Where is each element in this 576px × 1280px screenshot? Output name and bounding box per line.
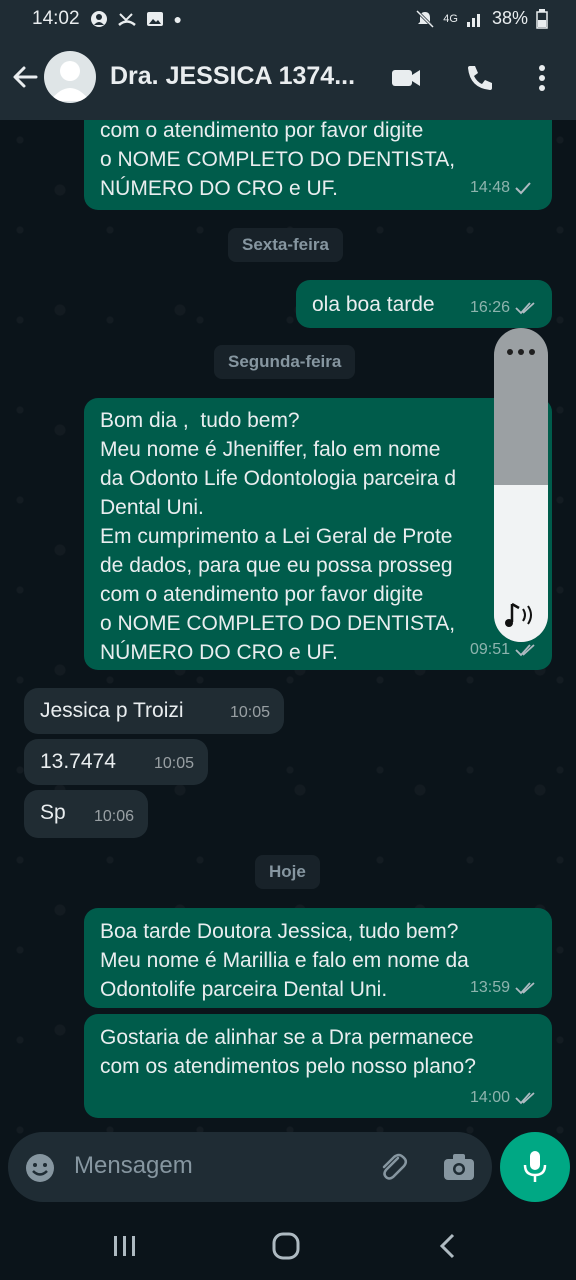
double-check-icon	[515, 301, 535, 314]
message-time: 10:06	[93, 808, 134, 825]
status-time: 14:02	[32, 8, 80, 29]
message-bubble[interactable]: Bom dia , tudo bem? Meu nome é Jheniffer…	[84, 398, 552, 670]
recent-apps-icon[interactable]	[112, 1234, 138, 1258]
message-time: 10:05	[229, 704, 270, 721]
home-icon[interactable]	[271, 1232, 301, 1260]
message-time: 13:59	[469, 979, 510, 996]
battery-icon	[536, 8, 548, 29]
message-bubble[interactable]: Jessica p Troizi 10:05	[24, 688, 284, 734]
video-call-icon[interactable]	[390, 62, 422, 94]
back-arrow-icon[interactable]	[10, 62, 40, 92]
message-bubble[interactable]: ola boa tarde 16:26	[296, 280, 552, 328]
single-check-icon	[515, 181, 531, 194]
double-check-icon	[515, 1091, 535, 1104]
date-divider: Segunda-feira	[214, 345, 356, 379]
message-bubble[interactable]: Boa tarde Doutora Jessica, tudo bem? Meu…	[84, 908, 552, 1008]
message-text: Bom dia , tudo bem? Meu nome é Jheniffer…	[100, 409, 457, 664]
message-time: 16:26	[469, 299, 510, 316]
more-dots-icon[interactable]	[504, 346, 538, 358]
emoji-icon[interactable]	[24, 1152, 56, 1184]
status-bar: 14:02 ● 4G 38%	[0, 0, 576, 38]
microphone-button[interactable]	[500, 1132, 570, 1202]
message-bubble[interactable]: 13.7474 10:05	[24, 739, 208, 785]
default-avatar-icon	[50, 61, 90, 101]
back-nav-icon[interactable]	[438, 1232, 458, 1260]
network-type: 4G	[443, 12, 458, 25]
mute-icon	[416, 9, 435, 28]
battery-percent: 38%	[491, 8, 528, 28]
system-nav-bar	[0, 1210, 576, 1280]
dot-icon: ●	[173, 11, 183, 27]
date-divider: Hoje	[255, 855, 320, 889]
message-time: 14:00	[469, 1089, 510, 1106]
music-note-icon	[505, 602, 532, 627]
message-bubble[interactable]: Sp 10:06	[24, 790, 148, 838]
chat-header: Dra. JESSICA 1374...	[0, 38, 576, 120]
attach-icon[interactable]	[376, 1150, 410, 1184]
contact-name[interactable]: Dra. JESSICA 1374...	[110, 62, 355, 91]
double-check-icon	[515, 643, 535, 656]
image-icon	[146, 12, 163, 26]
message-input[interactable]: Mensagem	[74, 1152, 193, 1180]
signal-icon	[466, 13, 480, 27]
more-options-icon[interactable]	[526, 62, 558, 94]
contact-avatar[interactable]	[44, 51, 96, 103]
date-divider: Sexta-feira	[228, 228, 343, 262]
missed-call-icon	[117, 13, 136, 26]
volume-slider[interactable]	[494, 328, 548, 642]
double-check-icon	[515, 981, 535, 994]
microphone-icon	[523, 1151, 547, 1182]
message-time: 10:05	[153, 755, 194, 772]
chat-area[interactable]: com o atendimento por favor digite o NOM…	[0, 120, 576, 1210]
message-bubble[interactable]: com o atendimento por favor digite o NOM…	[84, 120, 552, 210]
message-time: 14:48	[469, 179, 510, 196]
message-text: Gostaria de alinhar se a Dra permanece c…	[100, 1026, 476, 1078]
message-bubble[interactable]: Gostaria de alinhar se a Dra permanece c…	[84, 1014, 552, 1118]
camera-icon[interactable]	[442, 1152, 476, 1182]
voice-call-icon[interactable]	[464, 62, 496, 94]
notification-icon	[90, 11, 107, 27]
message-composer[interactable]: Mensagem	[8, 1132, 492, 1202]
